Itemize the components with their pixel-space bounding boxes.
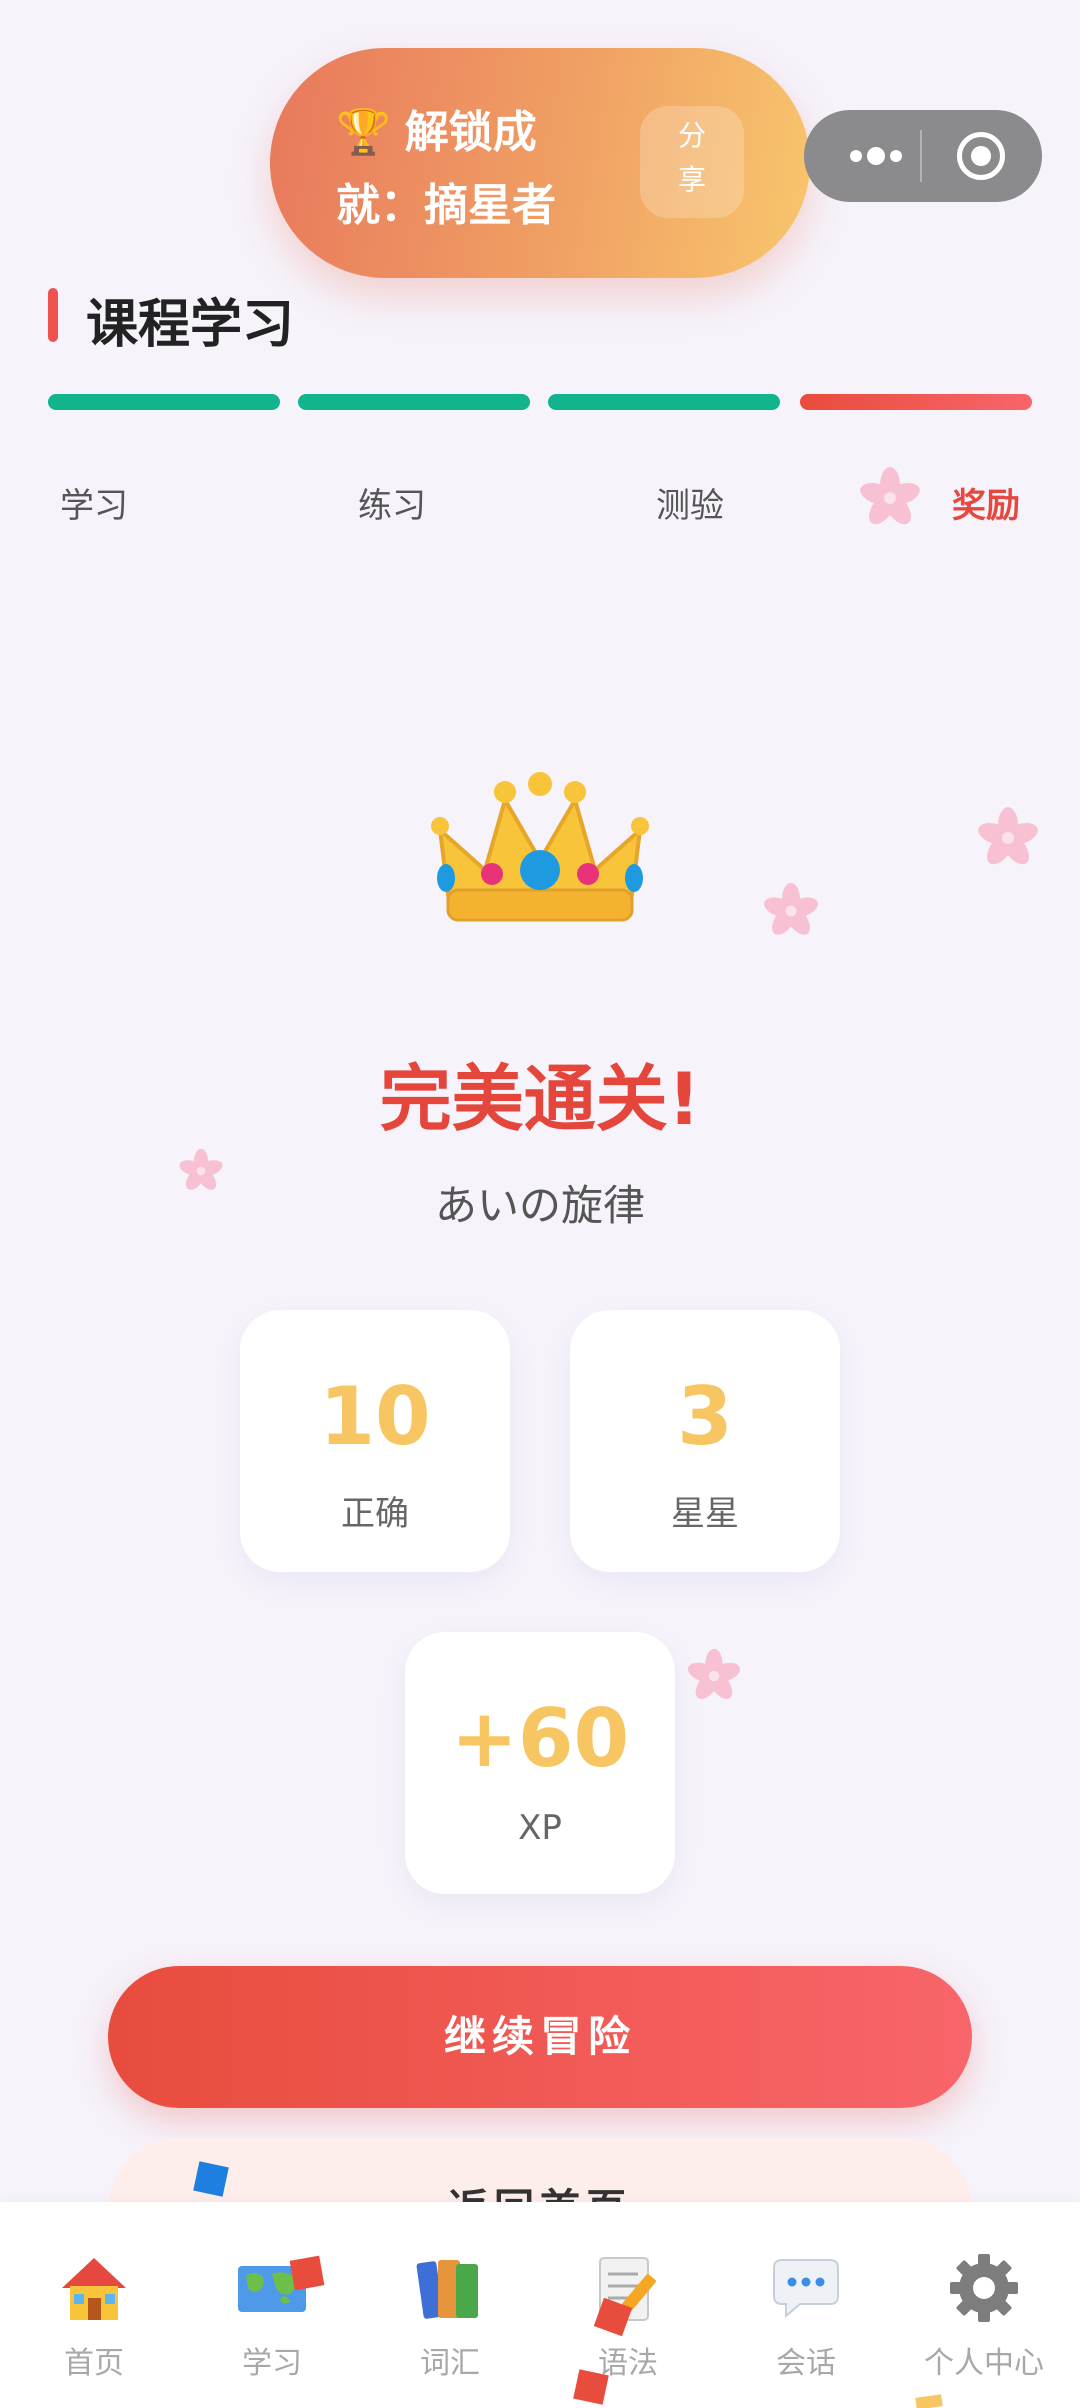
step-label-learn: 学习 <box>60 486 128 526</box>
step-progress-4 <box>800 394 1032 410</box>
tab-study[interactable]: 学习 <box>182 2202 362 2408</box>
confetti-piece <box>915 2394 943 2408</box>
stat-label: 星星 <box>671 1494 739 1534</box>
stat-value: 3 <box>677 1370 733 1463</box>
tab-label: 语法 <box>598 2346 658 2381</box>
step-label-practice: 练习 <box>358 486 426 526</box>
tab-home[interactable]: 首页 <box>4 2202 184 2408</box>
tab-profile[interactable]: 个人中心 <box>894 2202 1074 2408</box>
confetti-piece <box>573 2369 609 2405</box>
close-miniprogram-icon[interactable] <box>957 132 1005 180</box>
stat-card-correct: 10 正确 <box>240 1310 510 1572</box>
stat-label: XP <box>518 1808 562 1848</box>
tab-grammar[interactable]: 语法 <box>538 2202 718 2408</box>
stat-value: 10 <box>319 1370 431 1463</box>
trophy-icon: 🏆 <box>336 107 391 158</box>
tab-label: 会话 <box>776 2346 836 2381</box>
stat-label: 正确 <box>341 1494 409 1534</box>
step-progress-2 <box>298 394 530 410</box>
tab-label: 学习 <box>242 2346 302 2381</box>
more-menu-icon[interactable] <box>834 110 924 202</box>
tab-label: 词汇 <box>420 2346 480 2381</box>
tab-conversation[interactable]: 会话 <box>716 2202 896 2408</box>
sakura-petal-icon <box>860 467 920 525</box>
sakura-petal-icon <box>764 882 818 935</box>
stat-card-xp: +60 XP <box>405 1632 675 1894</box>
capsule-divider <box>920 130 922 182</box>
share-button[interactable]: 分享 <box>640 106 744 218</box>
result-headline: 完美通关! <box>379 1057 701 1141</box>
confetti-piece <box>193 2161 229 2197</box>
step-label-quiz: 测验 <box>656 486 724 526</box>
bottom-tab-bar: 首页 学习 词汇 语法 会话 个人中心 <box>0 2202 1080 2408</box>
miniprogram-capsule <box>804 110 1042 202</box>
continue-adventure-button[interactable]: 继续冒险 <box>108 1966 972 2108</box>
confetti-piece <box>289 2255 325 2291</box>
step-progress-3 <box>548 394 780 410</box>
sakura-petal-icon <box>687 1648 741 1699</box>
crown-icon <box>431 772 649 922</box>
tab-vocabulary[interactable]: 词汇 <box>360 2202 540 2408</box>
title-accent-bar <box>48 288 58 342</box>
page-title: 课程学习 <box>86 295 295 355</box>
stat-value: +60 <box>450 1692 630 1785</box>
stat-card-stars: 3 星星 <box>570 1310 840 1572</box>
step-progress-1 <box>48 394 280 410</box>
house-icon <box>62 2258 126 2320</box>
tab-label: 首页 <box>64 2346 124 2381</box>
speech-bubble-icon <box>773 2259 839 2319</box>
achievement-text-block: 🏆 解锁成就：摘星者 <box>336 96 596 242</box>
books-icon <box>416 2260 478 2319</box>
tab-label: 个人中心 <box>924 2346 1044 2381</box>
step-label-reward: 奖励 <box>952 486 1020 526</box>
lesson-title: あいの旋律 <box>434 1181 645 1230</box>
sakura-petal-icon <box>978 807 1038 865</box>
achievement-toast: 🏆 解锁成就：摘星者 分享 <box>270 48 810 278</box>
gear-icon <box>950 2254 1018 2322</box>
